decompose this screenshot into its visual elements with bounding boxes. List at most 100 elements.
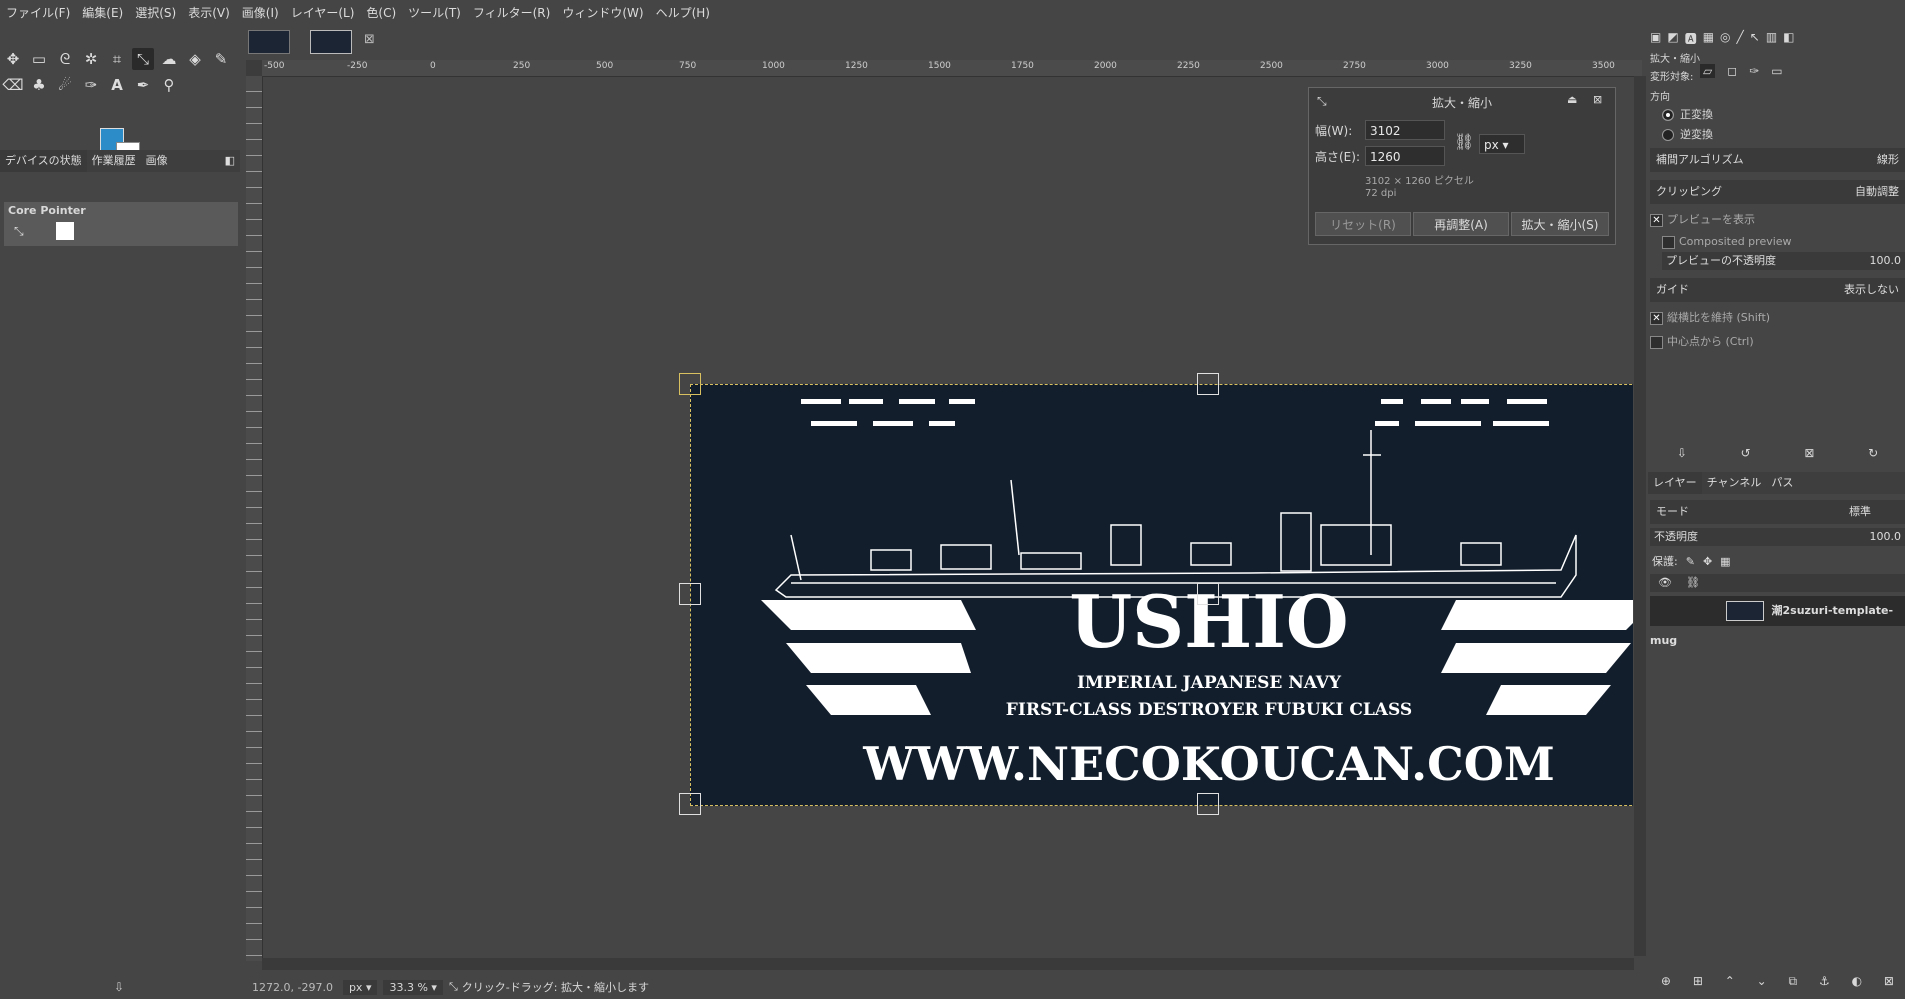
menu-help[interactable]: ヘルプ(H) (650, 4, 716, 21)
fonts-tab-icon[interactable]: 🅰 (1685, 30, 1697, 47)
lock-pixels-icon[interactable]: ✎ (1686, 555, 1695, 568)
composited-preview-option[interactable]: Composited preview (1662, 230, 1905, 254)
layer-row[interactable]: 潮2suzuri-template-mug (1650, 596, 1905, 647)
scale-tool-icon[interactable]: ⤡ (132, 48, 154, 70)
direction-normal-option[interactable]: 正変換 (1662, 106, 1713, 122)
handle-center[interactable] (1197, 583, 1219, 605)
eraser-icon[interactable]: ⌫ (2, 74, 24, 96)
zoom-select[interactable]: 33.3 % ▾ (383, 979, 443, 995)
transform-image-icon[interactable]: ▭ (1771, 64, 1782, 78)
handle-bottom-left[interactable] (679, 793, 701, 815)
dialog-close-icon[interactable]: ⊠ (1593, 93, 1602, 106)
menu-filters[interactable]: フィルター(R) (467, 4, 556, 21)
menu-tools[interactable]: ツール(T) (402, 4, 467, 21)
menu-select[interactable]: 選択(S) (129, 4, 182, 21)
zoom-icon[interactable]: ⚲ (158, 74, 180, 96)
gradient-tab-icon[interactable]: ▥ (1766, 30, 1777, 47)
show-preview-option[interactable]: ✕ プレビューを表示 (1650, 208, 1905, 232)
tab-images[interactable]: 画像 (141, 150, 173, 172)
delete-options-icon[interactable]: ⊠ (1804, 446, 1814, 460)
tool-options-tab-icon[interactable]: ▣ (1650, 30, 1661, 47)
menu-colors[interactable]: 色(C) (360, 4, 402, 21)
crop-icon[interactable]: ⌗ (106, 48, 128, 70)
width-input[interactable]: 3102 (1365, 120, 1445, 140)
lock-position-icon[interactable]: ✥ (1703, 555, 1712, 568)
handle-bottom[interactable] (1197, 793, 1219, 815)
from-center-option[interactable]: 中心点から (Ctrl) (1650, 330, 1905, 354)
guide-select[interactable]: ガイド 表示しない (1650, 278, 1905, 302)
preview-opacity-slider[interactable]: プレビューの不透明度 100.0 (1662, 252, 1905, 270)
menu-layer[interactable]: レイヤー(L) (285, 4, 361, 21)
tab-device-status[interactable]: デバイスの状態 (0, 150, 87, 172)
status-unit-select[interactable]: px ▾ (342, 979, 378, 995)
dialog-shrink-icon[interactable]: ⏏ (1567, 93, 1577, 106)
dock-menu-icon[interactable]: ◧ (220, 150, 240, 172)
scale-button[interactable]: 拡大・縮小(S) (1511, 212, 1609, 236)
image-tab-thumbnail-active[interactable] (310, 30, 352, 54)
anchor-layer-icon[interactable]: ⚓ (1819, 974, 1830, 989)
menu-image[interactable]: 画像(I) (236, 4, 285, 21)
composited-preview-checkbox[interactable] (1662, 235, 1675, 249)
pointer-tab-icon[interactable]: ↖ (1750, 30, 1760, 47)
lasso-icon[interactable]: ᘓ (54, 48, 76, 70)
show-preview-checkbox[interactable]: ✕ (1650, 213, 1663, 227)
image-layer[interactable]: USHIO IMPERIAL JAPANESE NAVY FIRST-CLASS… (690, 384, 1633, 806)
reset-button[interactable]: リセット(R) (1315, 212, 1411, 236)
color-picker-icon[interactable]: ✒ (132, 74, 154, 96)
readjust-button[interactable]: 再調整(A) (1413, 212, 1509, 236)
fuzzy-select-icon[interactable]: ✲ (80, 48, 102, 70)
tab-channels[interactable]: チャンネル (1702, 472, 1767, 494)
dock-bottom-icon[interactable]: ⇩ (114, 980, 124, 994)
unit-select[interactable]: px ▾ (1479, 134, 1525, 154)
restore-options-icon[interactable]: ↺ (1741, 446, 1751, 460)
horizontal-scrollbar[interactable] (262, 958, 1634, 970)
paths-icon[interactable]: ✑ (80, 74, 102, 96)
text-tool-icon[interactable]: A (106, 74, 128, 96)
close-tab-icon[interactable]: ⊠ (364, 32, 375, 47)
new-group-icon[interactable]: ⊞ (1693, 974, 1703, 989)
menu-windows[interactable]: ウィンドウ(W) (556, 4, 649, 21)
dock-expand-icon[interactable]: ◧ (1783, 30, 1794, 47)
layer-opacity-slider[interactable]: 不透明度 100.0 (1650, 528, 1905, 546)
smudge-icon[interactable]: ☄ (54, 74, 76, 96)
from-center-checkbox[interactable] (1650, 335, 1663, 349)
direction-reverse-option[interactable]: 逆変換 (1662, 126, 1713, 142)
move-tool-icon[interactable]: ✥ (2, 48, 24, 70)
paintbrush-icon[interactable]: ✎ (210, 48, 232, 70)
image-tab-thumbnail[interactable] (248, 30, 290, 54)
tab-paths[interactable]: パス (1766, 472, 1798, 494)
transform-layer-icon[interactable]: ▱ (1700, 64, 1716, 78)
brush-tab-icon[interactable]: ╱ (1737, 30, 1744, 47)
new-layer-icon[interactable]: ⊕ (1661, 974, 1671, 989)
height-input[interactable]: 1260 (1365, 146, 1445, 166)
chain-link-icon[interactable]: ⛓ (1454, 132, 1474, 151)
handle-left[interactable] (679, 583, 701, 605)
menu-file[interactable]: ファイル(F) (0, 4, 76, 21)
palette-tab-icon[interactable]: ◎ (1720, 30, 1730, 47)
interpolation-select[interactable]: 補間アルゴリズム 線形 (1650, 148, 1905, 172)
brushes-tab-icon[interactable]: ◩ (1667, 30, 1678, 47)
direction-reverse-radio[interactable] (1662, 129, 1674, 141)
mask-layer-icon[interactable]: ◐ (1852, 974, 1862, 989)
clipping-select[interactable]: クリッピング 自動調整 (1650, 180, 1905, 204)
handle-top[interactable] (1197, 373, 1219, 395)
keep-aspect-checkbox[interactable]: ✕ (1650, 311, 1663, 325)
patterns-tab-icon[interactable]: ▦ (1703, 30, 1714, 47)
rect-select-icon[interactable]: ▭ (28, 48, 50, 70)
duplicate-layer-icon[interactable]: ⧉ (1789, 974, 1798, 989)
reset-options-icon[interactable]: ↻ (1868, 446, 1878, 460)
direction-normal-radio[interactable] (1662, 109, 1674, 121)
tab-undo-history[interactable]: 作業履歴 (87, 150, 141, 172)
bucket-fill-icon[interactable]: ◈ (184, 48, 206, 70)
lock-alpha-icon[interactable]: ▦ (1720, 555, 1730, 568)
warp-icon[interactable]: ☁ (158, 48, 180, 70)
lower-layer-icon[interactable]: ⌄ (1757, 974, 1767, 989)
layer-mode-select[interactable]: モード 標準 (1650, 500, 1905, 524)
menu-view[interactable]: 表示(V) (182, 4, 236, 21)
horizontal-ruler[interactable]: -500 -250 0 250 500 750 1000 1250 1500 1… (262, 60, 1642, 77)
ruler-corner[interactable] (246, 60, 262, 76)
save-options-icon[interactable]: ⇩ (1677, 446, 1687, 460)
transform-selection-icon[interactable]: ◻ (1727, 64, 1737, 78)
raise-layer-icon[interactable]: ⌃ (1725, 974, 1735, 989)
clone-icon[interactable]: ♣ (28, 74, 50, 96)
